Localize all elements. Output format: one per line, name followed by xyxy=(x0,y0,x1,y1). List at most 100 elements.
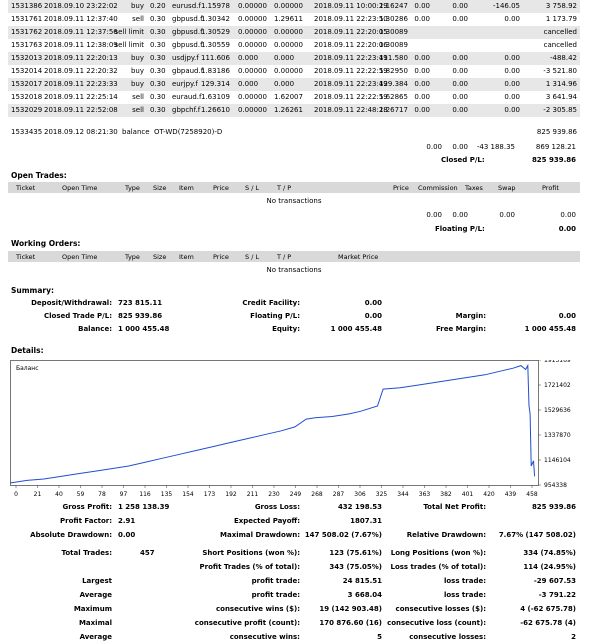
col-item: Item xyxy=(179,184,194,192)
wo-col-type: Type xyxy=(125,253,140,261)
cell-sl: 0.00000 xyxy=(238,15,267,23)
summary-title: Summary: xyxy=(11,286,55,295)
deposit-value: 723 815.11 xyxy=(118,299,163,307)
cell-tp: 0.00000 xyxy=(274,67,303,75)
cell-tp: 0.000 xyxy=(274,54,295,62)
cell-close-price: 1.30286 xyxy=(379,15,408,23)
stat-average2-label: Average xyxy=(79,633,112,641)
col-sl: S / L xyxy=(245,184,260,192)
stat-largest-loss-label: loss trade: xyxy=(443,577,486,585)
cell-close-price: 1.62865 xyxy=(379,93,408,101)
cell-close-price: 111.580 xyxy=(379,54,408,62)
stat-gross-profit: 1 258 138.39 xyxy=(118,503,170,511)
stat-short: 123 (75.61%) xyxy=(329,549,382,557)
stat-avg-loss: -3 791.22 xyxy=(538,591,576,599)
balance-type: balance xyxy=(122,128,150,136)
stat-long-label: Long Positions (won %): xyxy=(390,549,486,557)
x-tick-label: 287 xyxy=(333,491,345,498)
col-type: Type xyxy=(125,184,140,192)
x-tick-label: 420 xyxy=(483,491,495,498)
col-tp: T / P xyxy=(277,184,292,192)
stat-total-trades: 457 xyxy=(140,549,155,557)
closed-trade-value: 825 939.86 xyxy=(118,312,163,320)
cell-profit: 3 641.94 xyxy=(545,93,577,101)
col-profit: Profit xyxy=(542,184,559,192)
cell-taxes: 0.00 xyxy=(452,80,468,88)
cell-sl: 0.000 xyxy=(238,80,259,88)
cell-swap: 0.00 xyxy=(504,106,520,114)
cell-tp: 1.29611 xyxy=(274,15,303,23)
cell-profit: 1 173.79 xyxy=(545,15,577,23)
closed-swap-total: -43 188.35 xyxy=(476,143,515,151)
stat-max-dd: 147 508.02 (7.67%) xyxy=(304,531,382,539)
cell-commission: 0.00 xyxy=(414,15,430,23)
cell-sl: 0.00000 xyxy=(238,28,267,36)
cell-taxes: 0.00 xyxy=(452,54,468,62)
wo-col-sl: S / L xyxy=(245,253,260,261)
stat-maximal-profit-label: consecutive profit (count): xyxy=(194,619,300,627)
cell-item: gbpaud.f xyxy=(172,67,204,75)
closed-trades-table: 1531386 2018.09.10 23:22:02 buy 0.20 eurusd.… xyxy=(8,0,580,117)
cell-ticket: 1532018 xyxy=(11,93,43,101)
col-taxes: Taxes xyxy=(465,184,483,192)
cell-close-price: 1.30089 xyxy=(379,41,408,49)
y-tick-label: 1913169 xyxy=(544,360,571,364)
cell-taxes: 0.00 xyxy=(452,93,468,101)
cell-swap: 0.00 xyxy=(504,67,520,75)
cell-open-time: 2018.09.11 22:23:33 xyxy=(44,80,118,88)
stat-avg-loss-label: loss trade: xyxy=(443,591,486,599)
open-trades-title: Open Trades: xyxy=(11,171,67,180)
table-row: 1532018 2018.09.11 22:25:14 sell 0.30 euraud… xyxy=(8,91,580,104)
cell-tp: 0.000 xyxy=(274,80,295,88)
cell-type: sell limit xyxy=(114,41,144,49)
x-tick-label: 0 xyxy=(14,491,18,498)
cell-price: 1.15978 xyxy=(201,2,230,10)
cell-commission: 0.00 xyxy=(414,67,430,75)
x-tick-label: 306 xyxy=(354,491,366,498)
cell-close-price: 1.26717 xyxy=(379,106,408,114)
stat-expected-payoff: 1807.31 xyxy=(350,517,382,525)
balance-value: 1 000 455.48 xyxy=(118,325,170,333)
summary-floating-value: 0.00 xyxy=(364,312,382,320)
floating-pl-value: 0.00 xyxy=(558,225,576,233)
balance-time: 2018.09.12 08:21:30 xyxy=(44,128,118,136)
stat-avg-losses: 2 xyxy=(571,633,576,641)
table-row: 1531761 2018.09.11 12:37:40 sell 0.30 gbpusd… xyxy=(8,13,580,26)
x-tick-label: 401 xyxy=(462,491,474,498)
stat-max-losses: 4 (-62 675.78) xyxy=(520,605,576,613)
y-tick-label: 1529636 xyxy=(544,407,571,414)
cell-size: 0.30 xyxy=(150,28,166,36)
table-row: 1531386 2018.09.10 23:22:02 buy 0.20 eurusd.… xyxy=(8,0,580,13)
cell-ticket: 1531762 xyxy=(11,28,43,36)
cell-close-time: 2018.09.11 22:48:28 xyxy=(314,106,388,114)
wo-col-price: Price xyxy=(213,253,229,261)
cell-item: eurjpy.f xyxy=(172,80,198,88)
stat-total-net-label: Total Net Profit: xyxy=(423,503,486,511)
closed-pl-value: 825 939.86 xyxy=(531,156,576,164)
cell-price: 1.30342 xyxy=(201,15,230,23)
cell-commission: 0.00 xyxy=(414,80,430,88)
cell-open-time: 2018.09.11 12:37:40 xyxy=(44,15,118,23)
cell-open-time: 2018.09.11 22:20:13 xyxy=(44,54,118,62)
cell-commission: 0.00 xyxy=(414,106,430,114)
stat-largest-label: Largest xyxy=(82,577,112,585)
stat-profit-factor: 2.91 xyxy=(118,517,136,525)
x-tick-label: 78 xyxy=(98,491,106,498)
cell-size: 0.20 xyxy=(150,2,166,10)
cell-close-time: 2018.09.11 22:20:05 xyxy=(314,28,388,36)
chart-legend: Баланс xyxy=(16,365,39,372)
cell-type: buy xyxy=(130,67,144,75)
cell-tp: 0.00000 xyxy=(274,2,303,10)
stat-loss-trades: 114 (24.95%) xyxy=(523,563,576,571)
cell-type: buy xyxy=(130,80,144,88)
margin-label: Margin: xyxy=(455,312,486,320)
x-tick-label: 173 xyxy=(204,491,216,498)
cell-commission: 0.00 xyxy=(414,93,430,101)
stat-maximal-loss: -62 675.78 (4) xyxy=(520,619,576,627)
cell-size: 0.30 xyxy=(150,93,166,101)
equity-label: Equity: xyxy=(272,325,300,333)
cell-item: gbpusd.f xyxy=(172,15,203,23)
wo-col-item: Item xyxy=(179,253,194,261)
cell-ticket: 1532014 xyxy=(11,67,43,75)
cell-tp: 0.00000 xyxy=(274,28,303,36)
